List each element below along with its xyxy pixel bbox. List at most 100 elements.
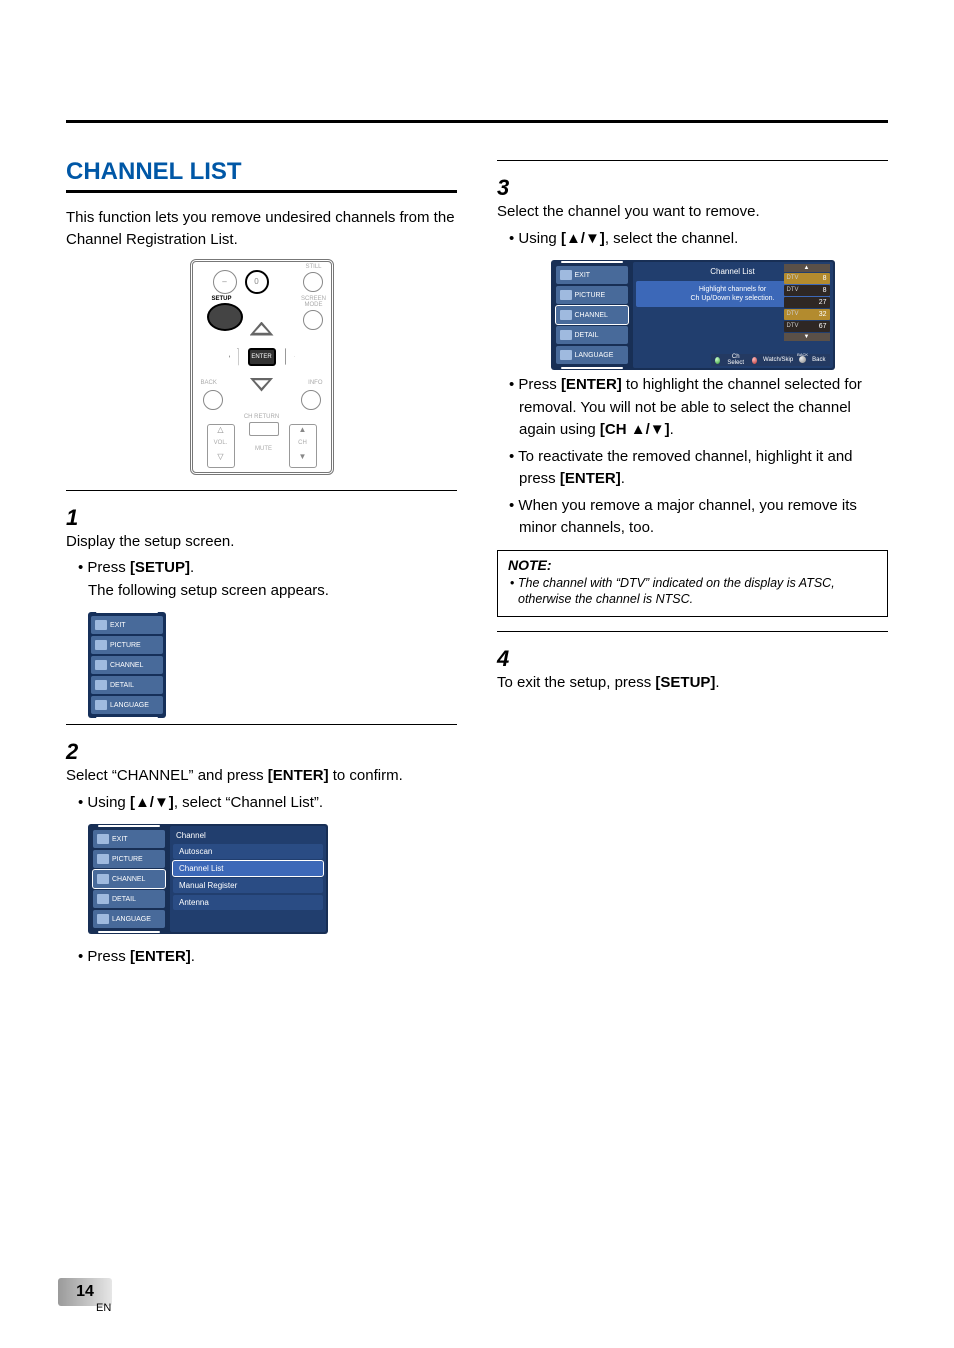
osd-footer: Ch Select Watch/Skip BACK Back [711,354,830,366]
step-1-bullet-1: Press [SETUP]. [66,557,457,580]
channel-icon [560,310,572,320]
screen-mode-label: SCREEN MODE [299,296,329,308]
note-body: The channel with “DTV” indicated on the … [508,575,877,609]
ch-rocker: ▲ CH ▼ [289,424,317,468]
exit-icon [97,834,109,844]
label: CHANNEL [575,312,608,319]
red-dot-icon [752,357,757,364]
exit-icon [95,620,107,630]
label: DETAIL [110,682,134,689]
label: DETAIL [112,896,136,903]
channel-column: ▲ DTV8 DTV8 27 DTV32 DTV67 ▼ [784,264,830,352]
menu-exit: EXIT [93,830,165,848]
step-1: 1 Display the setup screen. [66,505,457,554]
menu-picture: PICTURE [91,636,163,654]
menu-exit: EXIT [556,266,628,284]
channel-icon [95,660,107,670]
step-number: 1 [66,505,88,531]
item-autoscan: Autoscan [173,844,323,859]
menu-detail: DETAIL [93,890,165,908]
channel-row: DTV8 [784,273,830,284]
enter-key: [ENTER] [268,767,329,784]
page-language: EN [96,1302,112,1314]
menu-picture: PICTURE [556,286,628,304]
label: PICTURE [575,292,606,299]
channel-row: 27 [784,297,830,308]
arrow-keys: [▲/▼] [561,230,605,247]
ch-num: 32 [819,311,827,318]
right-arrow-icon [285,348,295,366]
separator [497,631,888,632]
enter-key: [ENTER] [560,470,621,487]
ch-keys: [CH ▲/▼] [600,421,670,438]
arrow-keys: [▲/▼] [130,794,174,811]
label: CHANNEL [110,662,143,669]
page-content: CHANNEL LIST This function lets you remo… [66,158,888,969]
text: , select “Channel List”. [174,794,323,811]
osd-setup-menu: EXIT PICTURE CHANNEL DETAIL LANGUAGE [66,612,457,718]
text: Press [87,559,130,576]
text: . [621,470,625,487]
step-2-bullet-1: Using [▲/▼], select “Channel List”. [66,792,457,815]
setup-menu: EXIT PICTURE CHANNEL DETAIL LANGUAGE [553,262,631,368]
label: LANGUAGE [112,916,151,923]
channel-submenu: Channel Autoscan Channel List Manual Reg… [170,826,326,932]
step-3: 3 Select the channel you want to remove. [497,175,888,224]
osd-channel-list: EXIT PICTURE CHANNEL DETAIL LANGUAGE Cha… [497,260,888,370]
step-text: To exit the setup, press [SETUP]. [497,672,862,695]
text: . [715,674,719,691]
item-antenna: Antenna [173,895,323,910]
step-1-subtext: The following setup screen appears. [66,580,457,603]
still-label: STILL [301,264,327,270]
menu-picture: PICTURE [93,850,165,868]
text: to confirm. [329,767,403,784]
step-3-bullet-1: Using [▲/▼], select the channel. [497,228,888,251]
setup-label: SETUP [207,296,237,302]
text: . [191,948,195,965]
back-label: BACK [201,380,217,386]
menu-detail: DETAIL [556,326,628,344]
hint-line-1: Highlight channels for [699,286,766,293]
step-text: Select the channel you want to remove. [497,201,862,224]
top-rule [66,120,888,123]
detail-icon [95,680,107,690]
back-button [203,390,223,410]
step-number: 4 [497,646,519,672]
info-button [301,390,321,410]
ch-label: CH [290,440,316,446]
channel-row: DTV 67 [784,321,830,332]
channel-list-osd: EXIT PICTURE CHANNEL DETAIL LANGUAGE Cha… [551,260,835,370]
ch-return-button [249,422,279,436]
detail-icon [560,330,572,340]
remote-illustration-wrap: – 0 STILL SCREEN MODE SETUP ENTER BAC [66,259,457,480]
separator [66,490,457,491]
nav-cluster: ENTER [227,322,297,392]
text: Select “CHANNEL” and press [66,767,268,784]
channel-row: DTV32 [784,309,830,320]
scroll-down-icon: ▼ [784,333,830,341]
label: EXIT [110,622,126,629]
step-3-bullet-a: Press [ENTER] to highlight the channel s… [497,374,888,442]
info-label: INFO [308,380,322,386]
panel-title: Channel [170,828,326,843]
exit-icon [560,270,572,280]
ch-type: DTV [787,323,799,330]
picture-icon [95,640,107,650]
step-number: 2 [66,739,88,765]
setup-key: [SETUP] [130,559,190,576]
language-icon [95,700,107,710]
ch-num: 67 [819,323,827,330]
text: When you remove a major channel, you rem… [518,497,857,537]
step-text: Display the setup screen. [66,531,431,554]
channel-osd: EXIT PICTURE CHANNEL DETAIL LANGUAGE Cha… [88,824,328,934]
scroll-up-icon: ▲ [784,264,830,272]
picture-icon [560,290,572,300]
step-2-bullet-2: Press [ENTER]. [66,946,457,969]
menu-exit: EXIT [91,616,163,634]
label: EXIT [575,272,591,279]
setup-key: [SETUP] [655,674,715,691]
back-tag: BACK [797,352,808,357]
label: PICTURE [112,856,143,863]
still-button [303,272,323,292]
text: Press [87,948,130,965]
